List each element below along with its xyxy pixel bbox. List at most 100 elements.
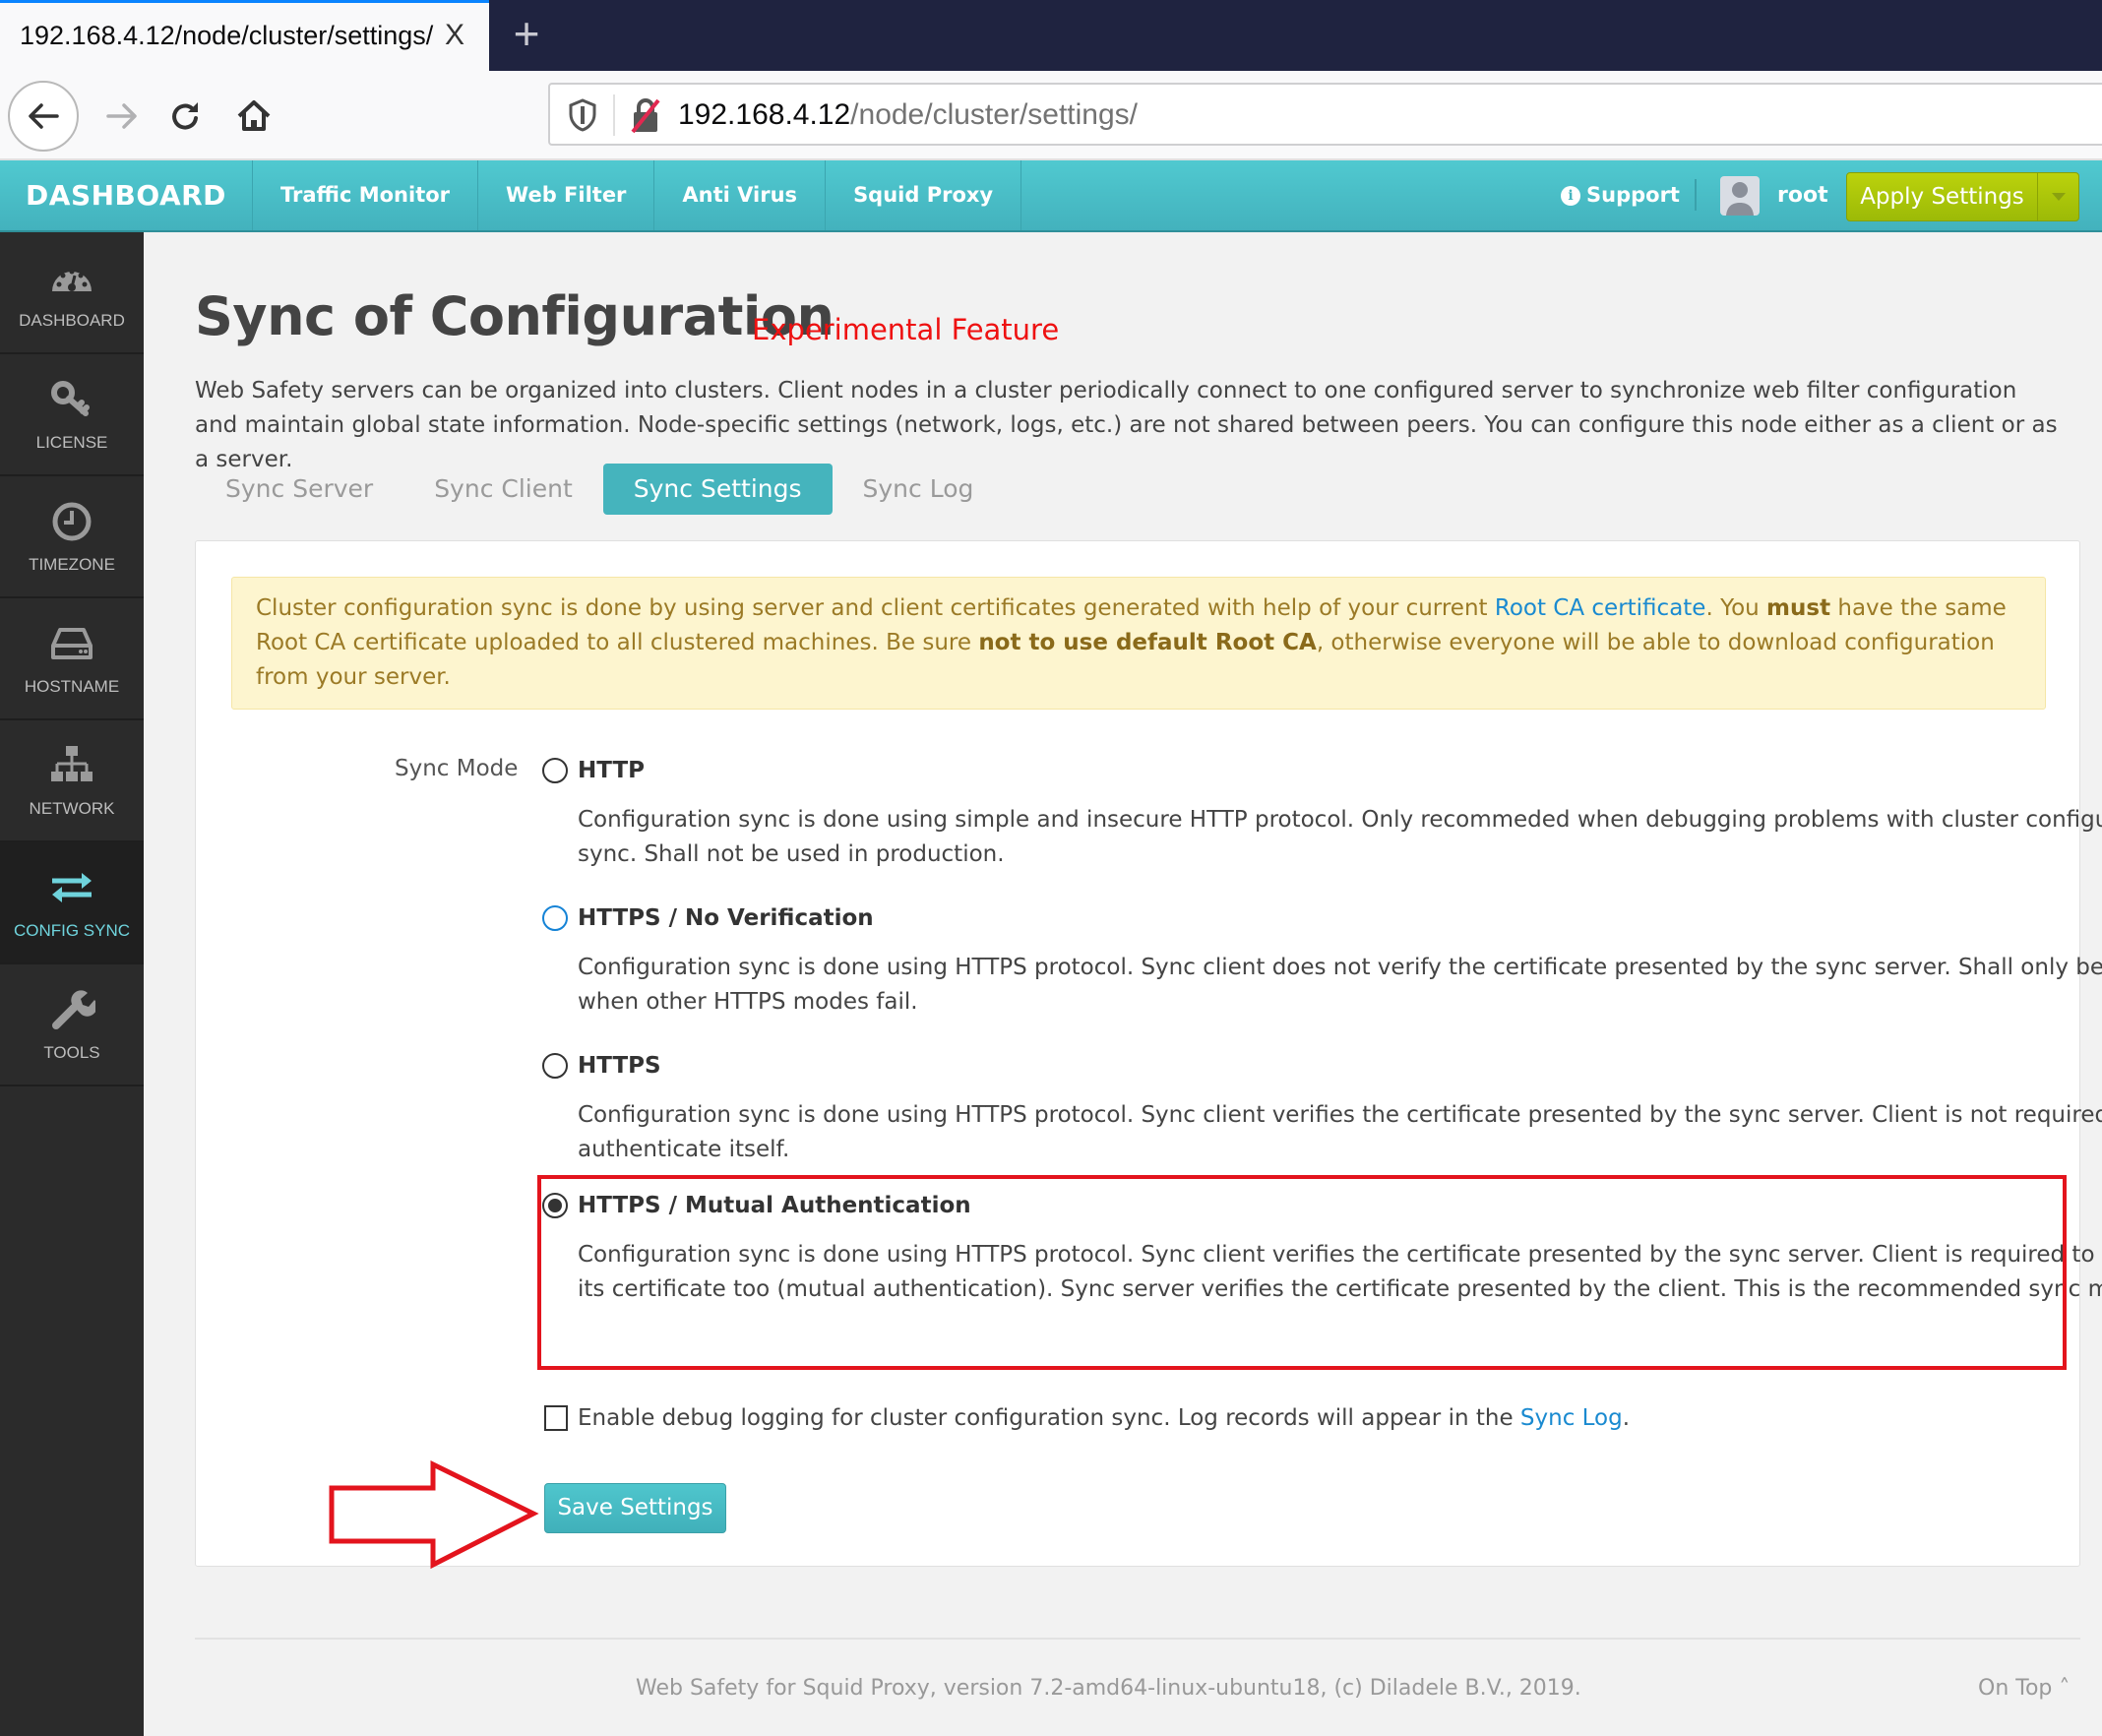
navbar-divider [1695,179,1697,211]
annotation-arrow-icon [329,1460,539,1570]
debug-logging-checkbox[interactable] [544,1405,568,1431]
radio-https[interactable] [542,1053,568,1079]
url-path: /node/cluster/settings/ [850,98,1138,131]
sidebar-label: NETWORK [29,799,115,818]
url-host: 192.168.4.12 [678,98,851,131]
clock-icon [52,502,92,541]
back-to-top-link[interactable]: On Top ˄ [1978,1676,2070,1701]
browser-tab[interactable]: 192.168.4.12/node/cluster/settings/ X [0,0,489,71]
info-icon: i [1561,185,1580,206]
debug-logging-row: Enable debug logging for cluster configu… [544,1405,1630,1431]
option-title[interactable]: HTTPS [578,1053,661,1079]
radio-https-no-verification[interactable] [542,905,568,931]
apply-settings-button[interactable]: Apply Settings [1847,173,2038,220]
top-menu: Traffic Monitor Web Filter Anti Virus Sq… [253,160,1022,230]
hard-drive-icon [51,628,93,659]
forward-button[interactable] [87,81,157,152]
browser-toolbar: 192.168.4.12/node/cluster/settings/ [0,71,2102,160]
sidebar-label: TIMEZONE [29,555,115,574]
page-tabs: Sync Server Sync Client Sync Settings Sy… [195,464,1004,515]
key-icon [51,381,90,416]
tab-sync-log[interactable]: Sync Log [833,464,1005,515]
tab-sync-server[interactable]: Sync Server [195,464,403,515]
network-icon [51,746,93,781]
home-icon [237,100,271,131]
option-description: Configuration sync is done using HTTPS p… [578,955,2102,1015]
settings-panel: Cluster configuration sync is done by us… [195,540,2102,1567]
sidebar-item-license[interactable]: LICENSE [0,354,144,476]
debug-text-end: . [1622,1405,1631,1431]
user-avatar[interactable] [1720,176,1760,216]
address-bar[interactable]: 192.168.4.12/node/cluster/settings/ [548,83,2102,146]
menu-anti-virus[interactable]: Anti Virus [654,160,827,230]
tab-sync-client[interactable]: Sync Client [403,464,603,515]
sync-mode-option-https: HTTPS Configuration sync is done using H… [542,1049,2102,1167]
menu-web-filter[interactable]: Web Filter [478,160,655,230]
insecure-lock-icon[interactable] [629,96,662,134]
sidebar-label: HOSTNAME [24,677,120,696]
option-description: Configuration sync is done using simple … [578,807,2102,867]
tab-sync-settings[interactable]: Sync Settings [602,464,833,515]
page-title: Sync of Configuration [195,285,835,347]
option-description: Configuration sync is done using HTTPS p… [578,1102,2102,1162]
arrow-left-icon [29,103,59,129]
page-intro: Web Safety servers can be organized into… [195,378,2058,472]
browser-tab-title: 192.168.4.12/node/cluster/settings/ [20,21,434,50]
alert-text: Cluster configuration sync is done by us… [256,595,1495,621]
option-title[interactable]: HTTP [578,758,645,783]
root-ca-warning-alert: Cluster configuration sync is done by us… [231,577,2046,710]
sidebar-label: TOOLS [43,1043,100,1062]
close-tab-icon[interactable]: X [439,17,470,54]
footer-copyright: Web Safety for Squid Proxy, version 7.2-… [636,1676,1581,1701]
support-link[interactable]: i Support [1561,160,1680,230]
sidebar-item-hostname[interactable]: HOSTNAME [0,598,144,720]
support-label: Support [1586,183,1680,207]
sidebar-item-network[interactable]: NETWORK [0,720,144,842]
address-bar-divider [613,94,615,136]
sync-log-link[interactable]: Sync Log [1520,1405,1623,1431]
apply-settings-dropdown-toggle[interactable] [2038,173,2078,220]
username[interactable]: root [1777,160,1828,230]
app-navbar: DASHBOARD Traffic Monitor Web Filter Ant… [0,160,2102,232]
arrow-right-icon [106,103,137,129]
browser-tab-strip: 192.168.4.12/node/cluster/settings/ X + [0,0,2102,71]
reload-icon [172,102,198,130]
sync-arrows-icon [52,873,92,902]
menu-squid-proxy[interactable]: Squid Proxy [826,160,1022,230]
alert-text: . You [1705,595,1767,621]
sidebar: DASHBOARD LICENSE TIMEZONE HOSTNAME NETW… [0,232,144,1736]
new-tab-button[interactable]: + [507,11,546,57]
root-ca-certificate-link[interactable]: Root CA certificate [1495,595,1706,621]
user-silhouette-icon [1726,182,1754,216]
annotation-highlight-box [537,1175,2067,1370]
home-button[interactable] [218,81,289,152]
caret-down-icon [2051,193,2066,201]
radio-http[interactable] [542,758,568,783]
sidebar-item-timezone[interactable]: TIMEZONE [0,476,144,598]
apply-settings-split-button: Apply Settings [1846,172,2079,221]
reload-button[interactable] [150,81,220,152]
sidebar-label: LICENSE [35,433,108,452]
experimental-feature-tag: Experimental Feature [752,313,1060,346]
back-button[interactable] [8,81,79,152]
menu-traffic-monitor[interactable]: Traffic Monitor [253,160,479,230]
sidebar-label: CONFIG SYNC [13,921,131,940]
dashboard-gauge-icon [52,269,92,291]
debug-text: Enable debug logging for cluster configu… [578,1405,1520,1431]
brand-dashboard-link[interactable]: DASHBOARD [0,160,253,230]
alert-emphasis: not to use default Root CA [978,630,1317,655]
sidebar-item-tools[interactable]: TOOLS [0,964,144,1086]
url-text[interactable]: 192.168.4.12/node/cluster/settings/ [678,98,1138,132]
sidebar-item-config-sync[interactable]: CONFIG SYNC [0,842,144,964]
debug-logging-label: Enable debug logging for cluster configu… [578,1405,1630,1431]
option-title[interactable]: HTTPS / No Verification [578,905,874,931]
sync-mode-option-http: HTTP Configuration sync is done using si… [542,754,2102,872]
save-settings-button[interactable]: Save Settings [544,1483,726,1533]
sidebar-item-dashboard[interactable]: DASHBOARD [0,232,144,354]
tracking-protection-shield-icon[interactable] [568,98,597,132]
wrench-icon [52,990,95,1029]
sync-mode-label: Sync Mode [395,756,519,781]
sidebar-label: DASHBOARD [19,311,125,330]
alert-emphasis: must [1766,595,1831,621]
sync-mode-option-https-no-verification: HTTPS / No Verification Configuration sy… [542,901,2102,1020]
